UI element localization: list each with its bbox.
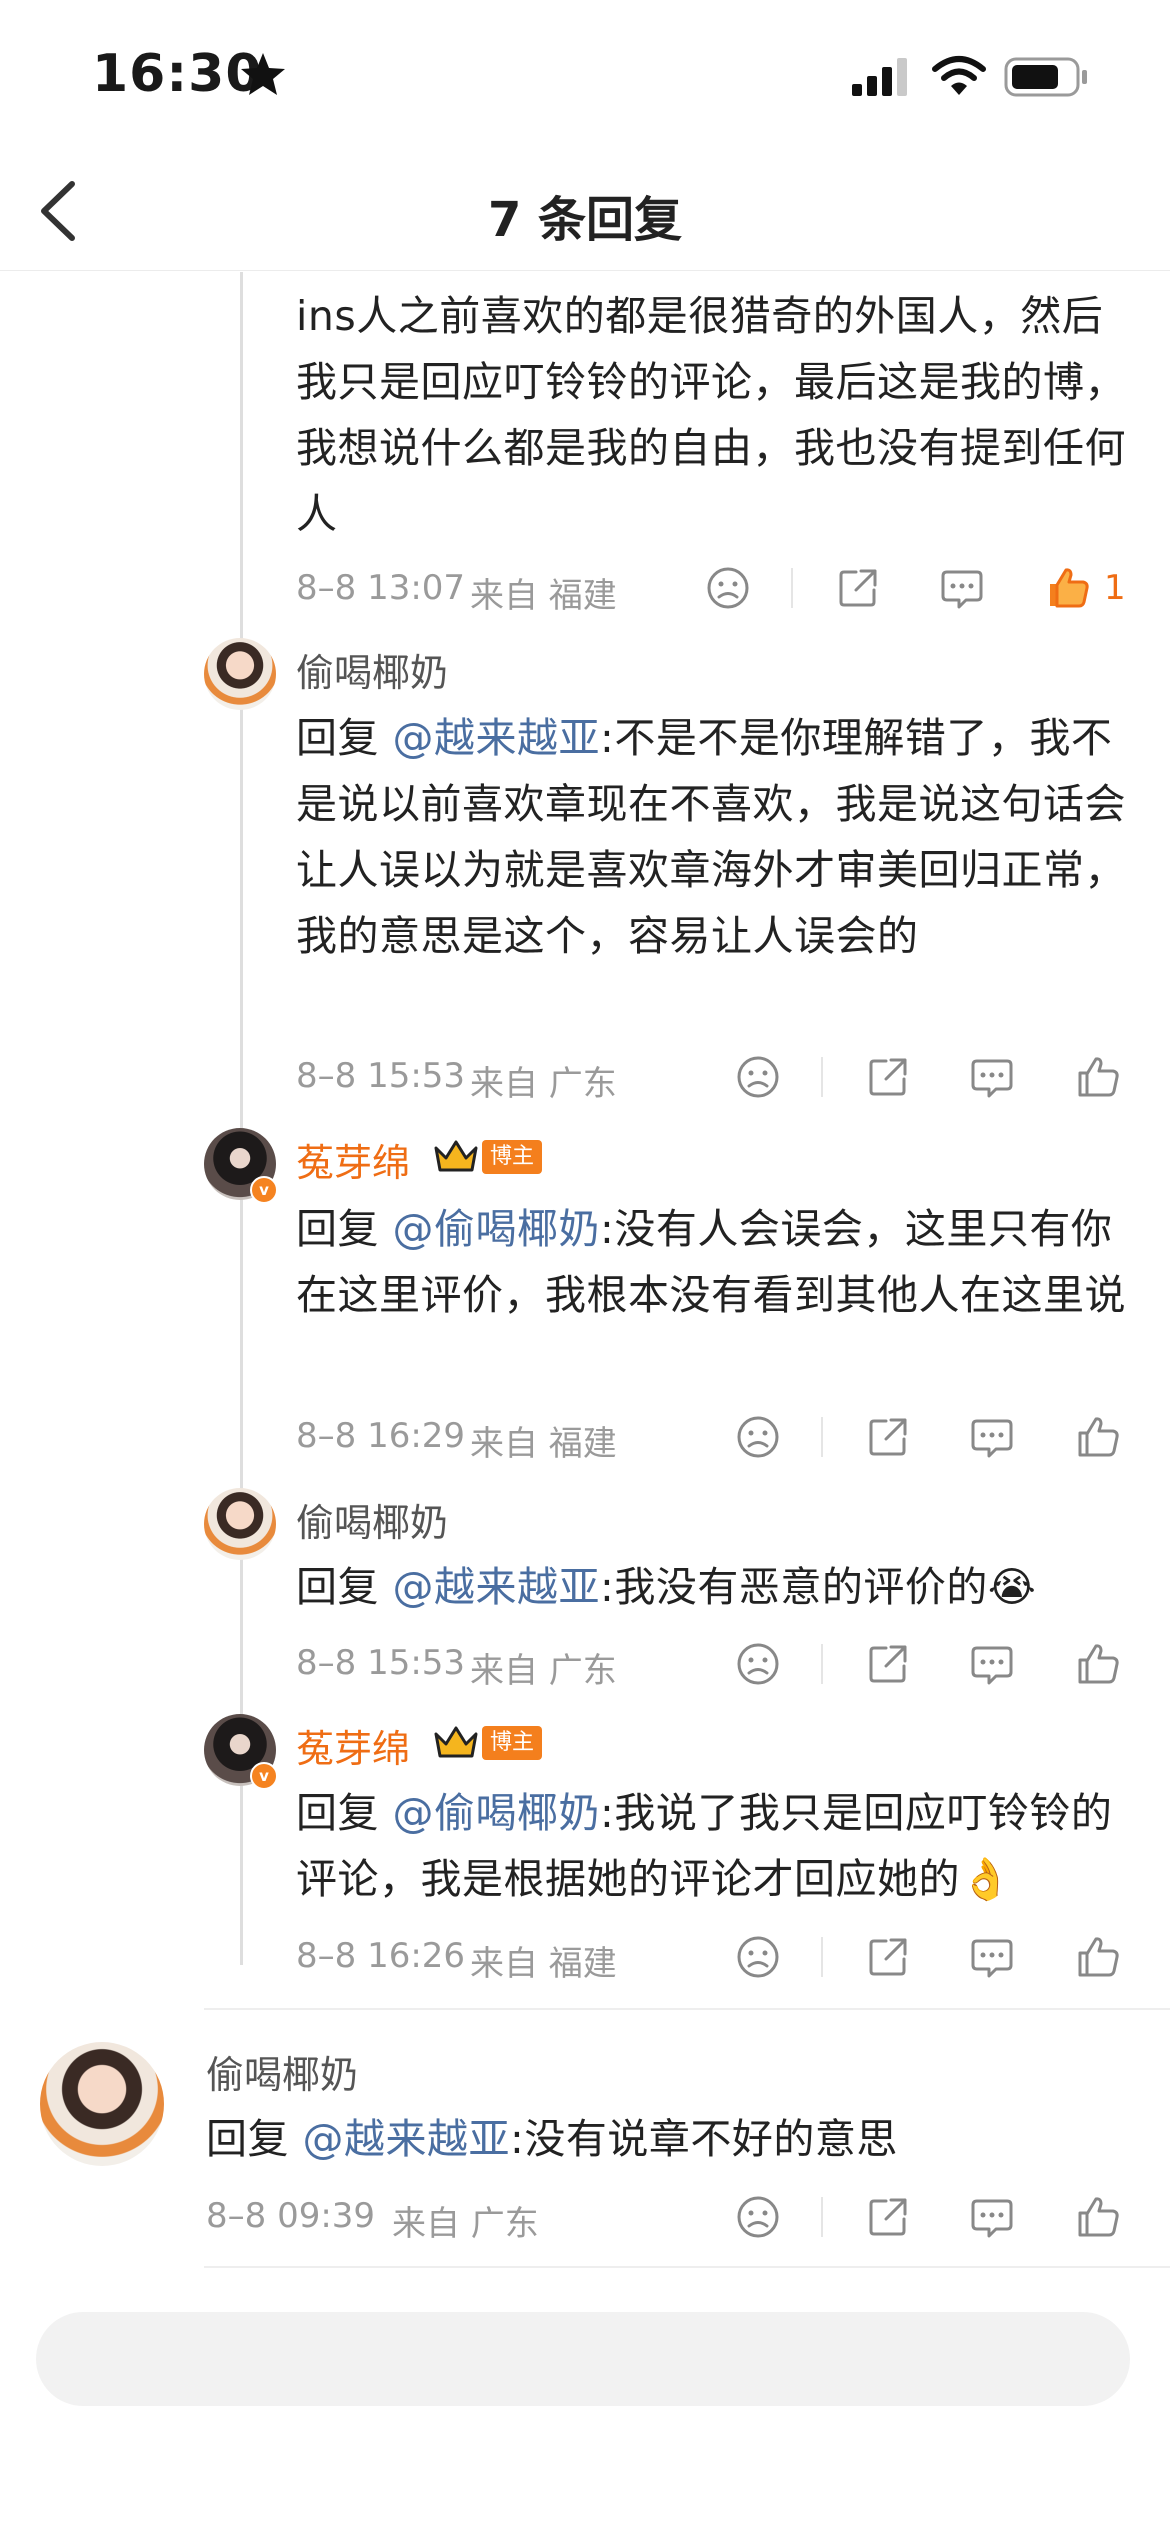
section-divider: [204, 2266, 1170, 2268]
mention-link[interactable]: @偷喝椰奶: [393, 1789, 601, 1837]
comment-text: 回复 @越来越亚:不是不是你理解错了，我不是说以前喜欢章现在不喜欢，我是说这句话…: [296, 714, 1126, 960]
comment-text: 回复 @偷喝椰奶:没有人会误会，这里只有你在这里评价，我根本没有看到其他人在这里…: [296, 1205, 1126, 1319]
share-icon[interactable]: [864, 1413, 912, 1461]
nav-header: 7 条回复: [0, 150, 1170, 271]
share-icon[interactable]: [864, 1053, 912, 1101]
comment-text: 回复 @越来越亚:我没有恶意的评价的😭: [296, 1563, 1037, 1611]
divider: [821, 1057, 823, 1097]
comment-date: 8–8 09:39: [206, 2196, 376, 2236]
page-title: 7 条回复: [487, 192, 683, 248]
host-badge: 博主: [482, 1726, 542, 1760]
mention-link[interactable]: @偷喝椰奶: [393, 1205, 601, 1253]
comment-location: 来自 广东: [392, 2204, 539, 2244]
comment-icon[interactable]: [968, 1933, 1016, 1981]
share-icon[interactable]: [834, 564, 882, 612]
dislike-icon[interactable]: [734, 1413, 782, 1461]
share-icon[interactable]: [864, 2193, 912, 2241]
star-icon: [241, 53, 285, 95]
host-badge: 博主: [482, 1140, 542, 1174]
like-icon[interactable]: [1074, 1640, 1122, 1688]
comment-icon[interactable]: [968, 1413, 1016, 1461]
clock: 16:30: [92, 44, 263, 104]
comment-date: 8–8 15:53: [296, 1056, 466, 1096]
verified-badge-icon: v: [250, 1176, 278, 1204]
divider: [821, 1417, 823, 1457]
comment-icon[interactable]: [938, 564, 986, 612]
comment-icon[interactable]: [968, 1640, 1016, 1688]
share-icon[interactable]: [864, 1933, 912, 1981]
like-icon[interactable]: [1074, 2193, 1122, 2241]
comment-icon[interactable]: [968, 1053, 1016, 1101]
divider: [821, 1644, 823, 1684]
divider: [821, 1937, 823, 1977]
username[interactable]: 偷喝椰奶: [296, 1492, 448, 1547]
battery-icon: [1004, 57, 1087, 97]
crown-icon: [434, 1140, 478, 1172]
mention-link[interactable]: @越来越亚: [393, 1563, 601, 1611]
username[interactable]: 偷喝椰奶: [296, 642, 448, 697]
like-icon[interactable]: [1074, 1053, 1122, 1101]
divider: [821, 2197, 823, 2237]
verified-badge-icon: v: [250, 1762, 278, 1790]
comment-icon[interactable]: [968, 2193, 1016, 2241]
dislike-icon[interactable]: [734, 1640, 782, 1688]
username[interactable]: 偷喝椰奶: [206, 2044, 358, 2099]
comment-location: 来自 广东: [470, 1651, 617, 1691]
username[interactable]: 菟芽绵: [296, 1132, 410, 1187]
status-bar: 16:30: [0, 0, 1170, 150]
dislike-icon[interactable]: [734, 1053, 782, 1101]
dislike-icon[interactable]: [734, 1933, 782, 1981]
comment-date: 8–8 15:53: [296, 1643, 466, 1683]
comment-location: 来自 福建: [470, 576, 617, 616]
mention-link[interactable]: @越来越亚: [303, 2115, 511, 2163]
comment-location: 来自 广东: [470, 1064, 617, 1104]
like-icon[interactable]: [1074, 1933, 1122, 1981]
comment-text: ins人之前喜欢的都是很猎奇的外国人，然后我只是回应叮铃铃的评论，最后这是我的博…: [296, 292, 1126, 538]
comment-date: 8–8 16:29: [296, 1416, 466, 1456]
comment-location: 来自 福建: [470, 1424, 617, 1464]
avatar[interactable]: [40, 2042, 164, 2166]
wifi-icon: [932, 56, 986, 95]
crown-icon: [434, 1726, 478, 1758]
like-count: 1: [1104, 568, 1126, 608]
divider: [791, 568, 793, 608]
signal-icon: [852, 58, 907, 96]
comment-date: 8–8 16:26: [296, 1936, 466, 1976]
comment-text: 回复 @偷喝椰奶:我说了我只是回应叮铃铃的评论，我是根据她的评论才回应她的👌: [296, 1789, 1113, 1903]
avatar[interactable]: [204, 1488, 276, 1560]
comment-date: 8–8 13:07: [296, 568, 466, 608]
avatar[interactable]: [204, 638, 276, 710]
dislike-icon[interactable]: [734, 2193, 782, 2241]
dislike-icon[interactable]: [704, 564, 752, 612]
username[interactable]: 菟芽绵: [296, 1718, 410, 1773]
comment-location: 来自 福建: [470, 1944, 617, 1984]
mention-link[interactable]: @越来越亚: [393, 714, 601, 762]
like-icon[interactable]: [1074, 1413, 1122, 1461]
comment-text: 回复 @越来越亚:没有说章不好的意思: [206, 2115, 898, 2163]
section-divider: [204, 2008, 1170, 2010]
thread-line: [240, 272, 243, 1965]
reply-input[interactable]: [36, 2312, 1130, 2406]
share-icon[interactable]: [864, 1640, 912, 1688]
like-icon-active[interactable]: [1044, 564, 1092, 612]
